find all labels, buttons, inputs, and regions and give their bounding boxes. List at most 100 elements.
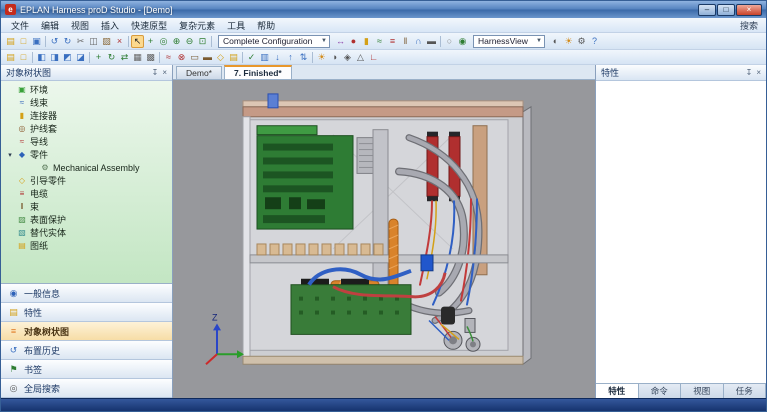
tree-item-parts[interactable]: ▾ ◆ 零件 xyxy=(1,148,172,161)
export-icon[interactable]: ↓ xyxy=(271,51,284,64)
align-bottom-icon[interactable]: ◪ xyxy=(74,51,87,64)
place-cable-icon[interactable]: ≡ xyxy=(386,35,399,48)
open-project-icon[interactable]: □ xyxy=(17,51,30,64)
title-bar[interactable]: e EPLAN Harness proD Studio - [Demo] – □… xyxy=(1,1,766,18)
new-project-icon[interactable]: ▤ xyxy=(4,51,17,64)
menu-item[interactable]: 插入 xyxy=(95,18,125,33)
help-icon[interactable]: ? xyxy=(588,35,601,48)
maximize-button[interactable]: □ xyxy=(717,4,735,16)
place-bundle-icon[interactable]: ‖ xyxy=(399,35,412,48)
close-button[interactable]: × xyxy=(736,4,762,16)
align-left-icon[interactable]: ◧ xyxy=(35,51,48,64)
close-icon[interactable]: × xyxy=(162,68,167,77)
label-icon[interactable]: ◇ xyxy=(214,51,227,64)
place-clip-icon[interactable]: ∩ xyxy=(412,35,425,48)
pin-icon[interactable]: ↧ xyxy=(746,68,753,77)
cut-icon[interactable]: ✂ xyxy=(74,35,87,48)
tree-item-harnesses[interactable]: ≈ 线束 xyxy=(1,96,172,109)
document-tab[interactable]: Demo* xyxy=(176,66,222,79)
select-icon[interactable]: ↖ xyxy=(131,35,144,48)
report-icon[interactable]: ▥ xyxy=(258,51,271,64)
paste-icon[interactable]: ▨ xyxy=(100,35,113,48)
show-icon[interactable]: ◉ xyxy=(456,35,469,48)
shaded-icon[interactable]: ◑ xyxy=(328,51,341,64)
view-dropdown[interactable]: HarnessView ▼ xyxy=(473,35,545,48)
grid-icon[interactable]: ▩ xyxy=(144,51,157,64)
pan-icon[interactable]: + xyxy=(144,35,157,48)
panel-button-bookmarks[interactable]: ⚑ 书签 xyxy=(1,360,172,379)
note-icon[interactable]: ▤ xyxy=(227,51,240,64)
mirror-icon[interactable]: ⇄ xyxy=(118,51,131,64)
open-icon[interactable]: □ xyxy=(17,35,30,48)
panel-button-properties[interactable]: ▤ 特性 xyxy=(1,303,172,322)
light-icon[interactable]: ☀ xyxy=(315,51,328,64)
tree-item-substitute-solids[interactable]: ▧ 替代实体 xyxy=(1,226,172,239)
3d-viewport[interactable]: Z xyxy=(173,80,595,398)
undo-icon[interactable]: ↺ xyxy=(48,35,61,48)
menu-item[interactable]: 帮助 xyxy=(251,18,281,33)
tree-item-mechanical-assembly[interactable]: ⚙ Mechanical Assembly xyxy=(1,161,172,174)
menu-item[interactable]: 视图 xyxy=(65,18,95,33)
hide-icon[interactable]: ○ xyxy=(443,35,456,48)
3d-scene[interactable]: Z xyxy=(173,80,595,398)
zoom-fit-icon[interactable]: ⊡ xyxy=(196,35,209,48)
zoom-in-icon[interactable]: ⊕ xyxy=(170,35,183,48)
copy-icon[interactable]: ◫ xyxy=(87,35,100,48)
tree-item-surface-protection[interactable]: ▨ 表面保护 xyxy=(1,213,172,226)
perspective-icon[interactable]: △ xyxy=(354,51,367,64)
panel-button-placement-history[interactable]: ↺ 布置历史 xyxy=(1,341,172,360)
tree-item-cables[interactable]: ≡ 电缆 xyxy=(1,187,172,200)
menu-item[interactable]: 工具 xyxy=(221,18,251,33)
panel-button-general-info[interactable]: ◉ 一般信息 xyxy=(1,284,172,303)
tree-item-drawings[interactable]: ▤ 图纸 xyxy=(1,239,172,252)
redo-icon[interactable]: ↻ xyxy=(61,35,74,48)
point-icon[interactable]: ● xyxy=(347,35,360,48)
new-icon[interactable]: ▤ xyxy=(4,35,17,48)
menu-item[interactable]: 快速原型 xyxy=(125,18,173,33)
splice-icon[interactable]: ⊗ xyxy=(175,51,188,64)
delete-icon[interactable]: × xyxy=(113,35,126,48)
close-icon[interactable]: × xyxy=(756,68,761,77)
right-panel-tab[interactable]: 任务 xyxy=(724,384,767,398)
tube-icon[interactable]: ▭ xyxy=(188,51,201,64)
sync-icon[interactable]: ⇅ xyxy=(297,51,310,64)
minimize-button[interactable]: – xyxy=(698,4,716,16)
tree-item-environment[interactable]: ▣ 环境 xyxy=(1,83,172,96)
tree-item-wires[interactable]: ≈ 导线 xyxy=(1,135,172,148)
import-icon[interactable]: ↑ xyxy=(284,51,297,64)
orbit-icon[interactable]: ◎ xyxy=(157,35,170,48)
tree-item-guiding-parts[interactable]: ◇ 引导零件 xyxy=(1,174,172,187)
search-label[interactable]: 搜索 xyxy=(740,19,762,32)
right-panel-tab[interactable]: 视图 xyxy=(681,384,724,398)
rotate-icon[interactable]: ↻ xyxy=(105,51,118,64)
place-connector-icon[interactable]: ▮ xyxy=(360,35,373,48)
move-icon[interactable]: + xyxy=(92,51,105,64)
check-icon[interactable]: ✓ xyxy=(245,51,258,64)
axes-icon[interactable]: ∟ xyxy=(367,51,380,64)
camera-icon[interactable]: ◐ xyxy=(549,35,562,48)
align-top-icon[interactable]: ◩ xyxy=(61,51,74,64)
tree-item-connectors[interactable]: ▮ 连接器 xyxy=(1,109,172,122)
tree-item-grommets[interactable]: ◎ 护线套 xyxy=(1,122,172,135)
tree-item-bundles[interactable]: ‖ 束 xyxy=(1,200,172,213)
snap-icon[interactable]: ▦ xyxy=(131,51,144,64)
expander-icon[interactable]: ▾ xyxy=(6,151,14,159)
settings-icon[interactable]: ⚙ xyxy=(575,35,588,48)
menu-item[interactable]: 编辑 xyxy=(35,18,65,33)
wireframe-icon[interactable]: ◈ xyxy=(341,51,354,64)
wire-tool-icon[interactable]: ≈ xyxy=(162,51,175,64)
measure-icon[interactable]: ↔ xyxy=(334,35,347,48)
panel-button-global-search[interactable]: ◎ 全局搜索 xyxy=(1,379,172,398)
pin-icon[interactable]: ↧ xyxy=(152,68,159,77)
menu-item[interactable]: 文件 xyxy=(5,18,35,33)
right-panel-tab[interactable]: 特性 xyxy=(596,384,639,398)
configuration-dropdown[interactable]: Complete Configuration ▼ xyxy=(218,35,330,48)
align-right-icon[interactable]: ◨ xyxy=(48,51,61,64)
render-icon[interactable]: ☀ xyxy=(562,35,575,48)
place-wire-icon[interactable]: ≈ xyxy=(373,35,386,48)
right-panel-tab[interactable]: 命令 xyxy=(639,384,682,398)
place-tape-icon[interactable]: ▬ xyxy=(425,35,438,48)
panel-button-object-tree[interactable]: ≡ 对象树状图 xyxy=(1,322,172,341)
menu-item[interactable]: 复杂元素 xyxy=(173,18,221,33)
zoom-out-icon[interactable]: ⊖ xyxy=(183,35,196,48)
